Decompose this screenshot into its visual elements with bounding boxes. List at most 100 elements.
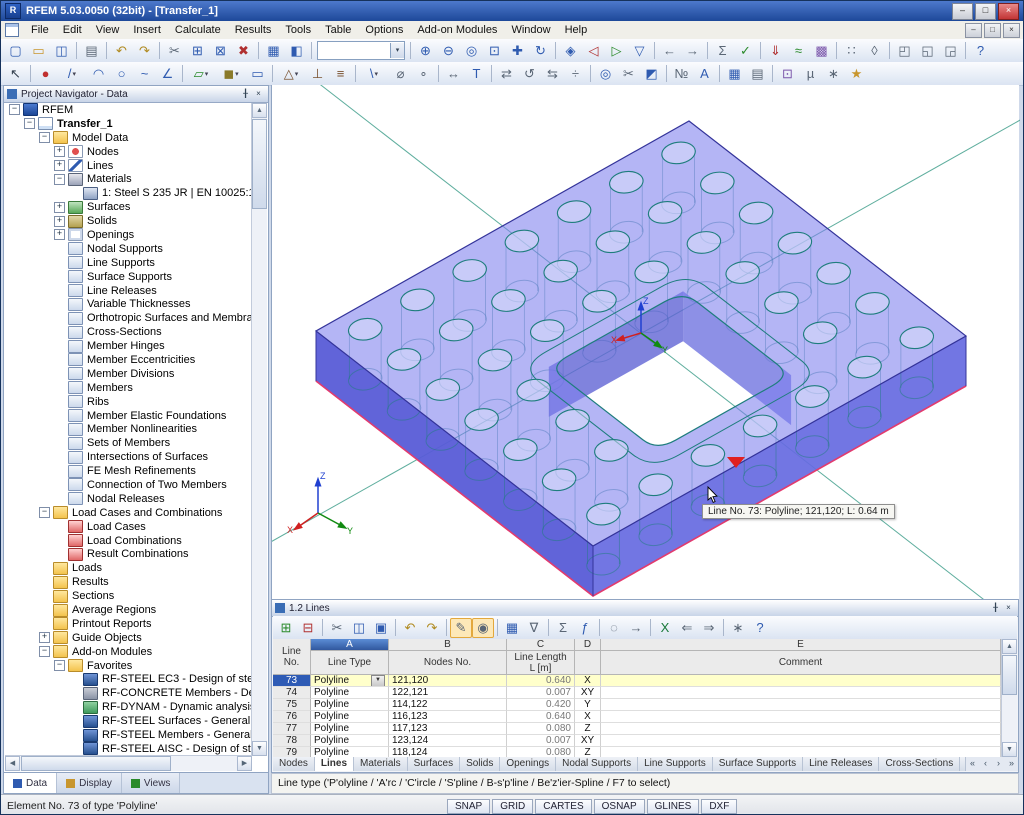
dimension-button[interactable]: ↔ [442, 63, 465, 84]
table-tab-lines[interactable]: Lines [314, 757, 355, 771]
toggle-osnap[interactable]: OSNAP [593, 798, 645, 814]
dual-view-button[interactable]: ◱ [916, 40, 939, 61]
tree-expander[interactable]: + [54, 215, 65, 227]
tree-item-rf-steel-ec3-design-of-steel-members[interactable]: RF-STEEL EC3 - Design of steel members [5, 672, 252, 687]
tree-item-member-nonlinearities[interactable]: Member Nonlinearities [5, 422, 252, 436]
units-settings-button[interactable]: µ [799, 63, 822, 84]
column-letter-a[interactable]: A [311, 639, 389, 651]
background-button[interactable]: ◲ [939, 40, 962, 61]
tree-item-rf-dynam-dynamic-analysis-basic-a[interactable]: RF-DYNAM - Dynamic analysis (Basic, A [5, 700, 252, 714]
cell-axis-75[interactable]: Y [575, 699, 601, 711]
close-icon[interactable]: × [252, 88, 265, 100]
display-panel-button[interactable]: ◰ [893, 40, 916, 61]
navigator-tab-data[interactable]: Data [4, 773, 58, 793]
tree-item-openings[interactable]: + Openings [5, 228, 252, 242]
insert-surface-button[interactable]: ▱ ▾ [186, 63, 216, 84]
cell-length-73[interactable]: 0.640 [507, 675, 575, 687]
table-settings-button[interactable]: ∗ [727, 618, 749, 638]
nodal-support-button[interactable]: △ ▾ [276, 63, 306, 84]
open-tables-button[interactable]: ▦ [723, 63, 746, 84]
cut-button[interactable]: ✂ [163, 40, 186, 61]
tab-scroll-arrow-3[interactable]: » [1005, 757, 1018, 771]
tree-item-transfer-1[interactable]: − Transfer_1 [5, 117, 252, 131]
previous-view-button[interactable]: ← [658, 40, 681, 61]
mdi-minimize-button[interactable]: – [965, 22, 982, 38]
undo-button[interactable]: ↶ [110, 40, 133, 61]
tree-expander[interactable]: + [54, 160, 65, 171]
tree-item-favorites[interactable]: − Favorites [5, 659, 252, 673]
line-type-dropdown-icon[interactable]: ▼ [371, 675, 385, 686]
tree-item-sets-of-members[interactable]: Sets of Members [5, 436, 252, 450]
tree-item-orthotropic-surfaces-and-membranes[interactable]: Orthotropic Surfaces and Membranes [5, 311, 252, 325]
table-tab-cross-sections[interactable]: Cross-Sections [879, 757, 961, 771]
tree-item-surface-supports[interactable]: Surface Supports [5, 270, 252, 284]
table-tab-surface-supports[interactable]: Surface Supports [712, 757, 804, 771]
navigator-tab-views[interactable]: Views [121, 773, 181, 793]
tree-item-members[interactable]: Members [5, 381, 252, 395]
tree-item-line-supports[interactable]: Line Supports [5, 256, 252, 270]
toggle-glines[interactable]: GLINES [646, 798, 700, 814]
model-view-canvas[interactable]: Z X Y Z X Y [272, 85, 1020, 599]
cell-nodes-75[interactable]: 114,122 [389, 699, 507, 711]
tree-item-rfem[interactable]: − RFEM [5, 103, 252, 117]
cell-nodes-77[interactable]: 117,123 [389, 723, 507, 735]
find-button[interactable]: ◌ [603, 618, 625, 638]
menu-file[interactable]: File [24, 22, 56, 38]
calculate-all-button[interactable]: Σ [711, 40, 734, 61]
table-vertical-scrollbar[interactable]: ▲ ▼ [1002, 639, 1017, 757]
tree-item-variable-thicknesses[interactable]: Variable Thicknesses [5, 297, 252, 311]
open-model-button[interactable]: ▭ [27, 40, 50, 61]
view-in-x-button[interactable]: ◁ [582, 40, 605, 61]
cell-line-type-76[interactable]: Polyline [311, 711, 389, 723]
tree-item-member-eccentricities[interactable]: Member Eccentricities [5, 353, 252, 367]
insert-spline-button[interactable]: ~ [133, 63, 156, 84]
cell-axis-74[interactable]: XY [575, 687, 601, 699]
tree-item-cross-sections[interactable]: Cross-Sections [5, 325, 252, 339]
view-mode-button[interactable]: ◉ [472, 617, 494, 638]
rotate-object-button[interactable]: ↺ [518, 63, 541, 84]
tree-expander[interactable]: + [54, 146, 65, 158]
tree-item-rf-steel-aisc-design-of-steel-members-ac[interactable]: RF-STEEL AISC - Design of steel members … [5, 742, 252, 756]
new-model-button[interactable]: ▢ [4, 40, 27, 61]
copy-button[interactable]: ⊞ [186, 40, 209, 61]
cell-nodes-73[interactable]: 121,120 [389, 675, 507, 687]
cut-button[interactable]: ✂ [326, 618, 348, 638]
toggle-snap[interactable]: SNAP [447, 798, 491, 814]
maximize-button[interactable]: □ [975, 2, 996, 20]
cell-nodes-78[interactable]: 123,124 [389, 735, 507, 747]
insert-arc-button[interactable]: ◠ [87, 63, 110, 84]
font-settings-button[interactable]: A [693, 63, 716, 84]
insert-row-button[interactable]: ⊞ [275, 618, 297, 638]
cell-comment-74[interactable] [601, 687, 1001, 699]
cell-axis-78[interactable]: XY [575, 735, 601, 747]
tree-item-line-releases[interactable]: Line Releases [5, 284, 252, 298]
table-help-button[interactable]: ? [749, 618, 771, 638]
cell-comment-75[interactable] [601, 699, 1001, 711]
menu-options[interactable]: Options [358, 22, 410, 38]
minimize-button[interactable]: – [952, 2, 973, 20]
add-on-modules-button[interactable]: ⊡ [776, 63, 799, 84]
menu-calculate[interactable]: Calculate [168, 22, 228, 38]
tree-expander[interactable]: + [39, 632, 50, 644]
row-number-78[interactable]: 78 [273, 735, 311, 747]
function-button[interactable]: ƒ [574, 618, 596, 638]
cell-length-74[interactable]: 0.007 [507, 687, 575, 699]
view-isometric-button[interactable]: ◈ [559, 40, 582, 61]
tree-item-surfaces[interactable]: + Surfaces [5, 200, 252, 214]
cell-length-75[interactable]: 0.420 [507, 699, 575, 711]
paste-button[interactable]: ⊠ [209, 40, 232, 61]
column-letter-b[interactable]: B [389, 639, 507, 651]
snap-settings-button[interactable]: ∷ [840, 40, 863, 61]
row-number-73[interactable]: 73 [273, 675, 311, 687]
tree-item-fe-mesh-refinements[interactable]: FE Mesh Refinements [5, 464, 252, 478]
menu-window[interactable]: Window [504, 22, 557, 38]
column-header-line-type[interactable]: Line Type [311, 651, 389, 675]
move-copy-button[interactable]: ⇄ [495, 63, 518, 84]
tree-expander[interactable]: + [54, 229, 65, 241]
cell-length-77[interactable]: 0.080 [507, 723, 575, 735]
tree-expander[interactable]: − [24, 118, 35, 130]
sum-button[interactable]: Σ [552, 618, 574, 638]
cell-line-type-73[interactable]: Polyline ▼ [311, 675, 389, 687]
zoom-all-button[interactable]: ◎ [460, 40, 483, 61]
table-tab-line-supports[interactable]: Line Supports [638, 757, 713, 771]
